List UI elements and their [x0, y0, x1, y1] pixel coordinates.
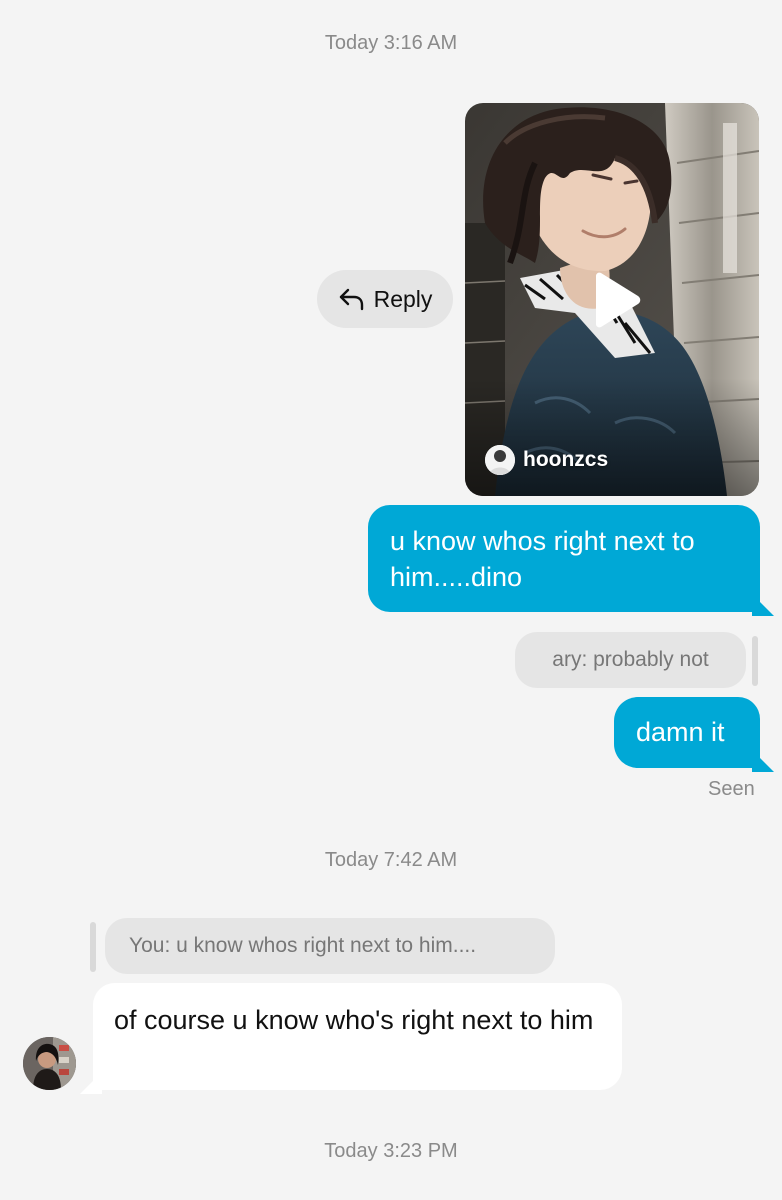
play-icon[interactable] — [590, 272, 642, 328]
reply-arrow-icon — [338, 287, 366, 311]
seen-status: Seen — [708, 778, 755, 800]
timestamp: Today 3:23 PM — [324, 1140, 458, 1162]
reel-author-username: hoonzcs — [523, 448, 609, 471]
quote-indicator — [752, 636, 758, 686]
quoted-reply-preview[interactable]: ary: probably not — [515, 632, 746, 688]
reply-button-label: Reply — [373, 285, 433, 312]
incoming-message[interactable]: of course u know who's right next to him — [93, 983, 622, 1090]
outgoing-message[interactable]: damn it — [614, 697, 760, 768]
bubble-tail — [752, 594, 774, 616]
timestamp: Today 7:42 AM — [324, 849, 458, 871]
reply-button[interactable]: Reply — [317, 270, 453, 328]
timestamp: Today 3:16 AM — [324, 32, 458, 54]
reel-author[interactable]: hoonzcs — [485, 445, 608, 475]
quoted-reply-preview[interactable]: You: u know whos right next to him.... — [105, 918, 555, 974]
sender-avatar[interactable] — [23, 1037, 76, 1090]
bubble-tail — [752, 750, 774, 772]
bubble-tail — [80, 1072, 102, 1094]
outgoing-message[interactable]: u know whos right next to him.....dino — [368, 505, 760, 612]
reel-author-avatar — [485, 445, 515, 475]
quote-indicator — [90, 922, 96, 972]
